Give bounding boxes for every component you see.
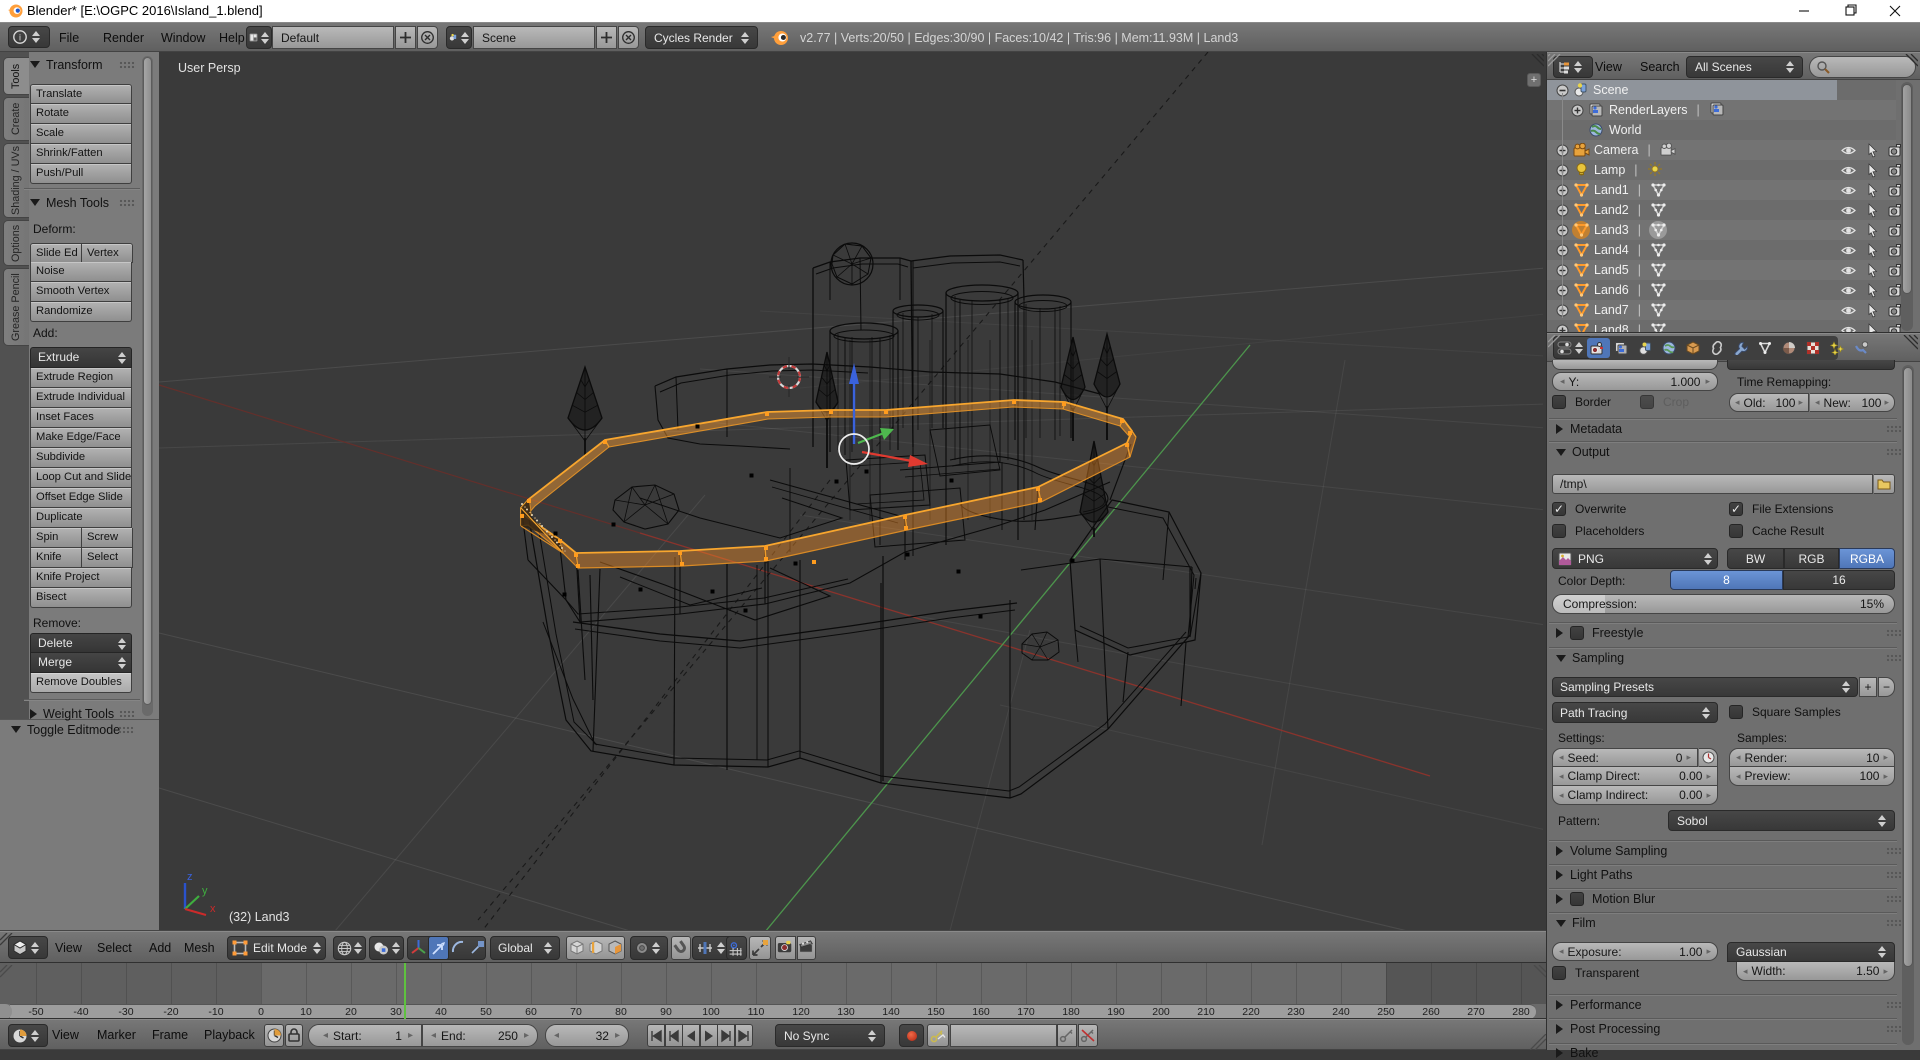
svg-text:i: i (19, 33, 21, 43)
svg-text:x: x (210, 903, 216, 915)
svg-text:z: z (187, 872, 193, 883)
svg-text:y: y (202, 885, 208, 897)
